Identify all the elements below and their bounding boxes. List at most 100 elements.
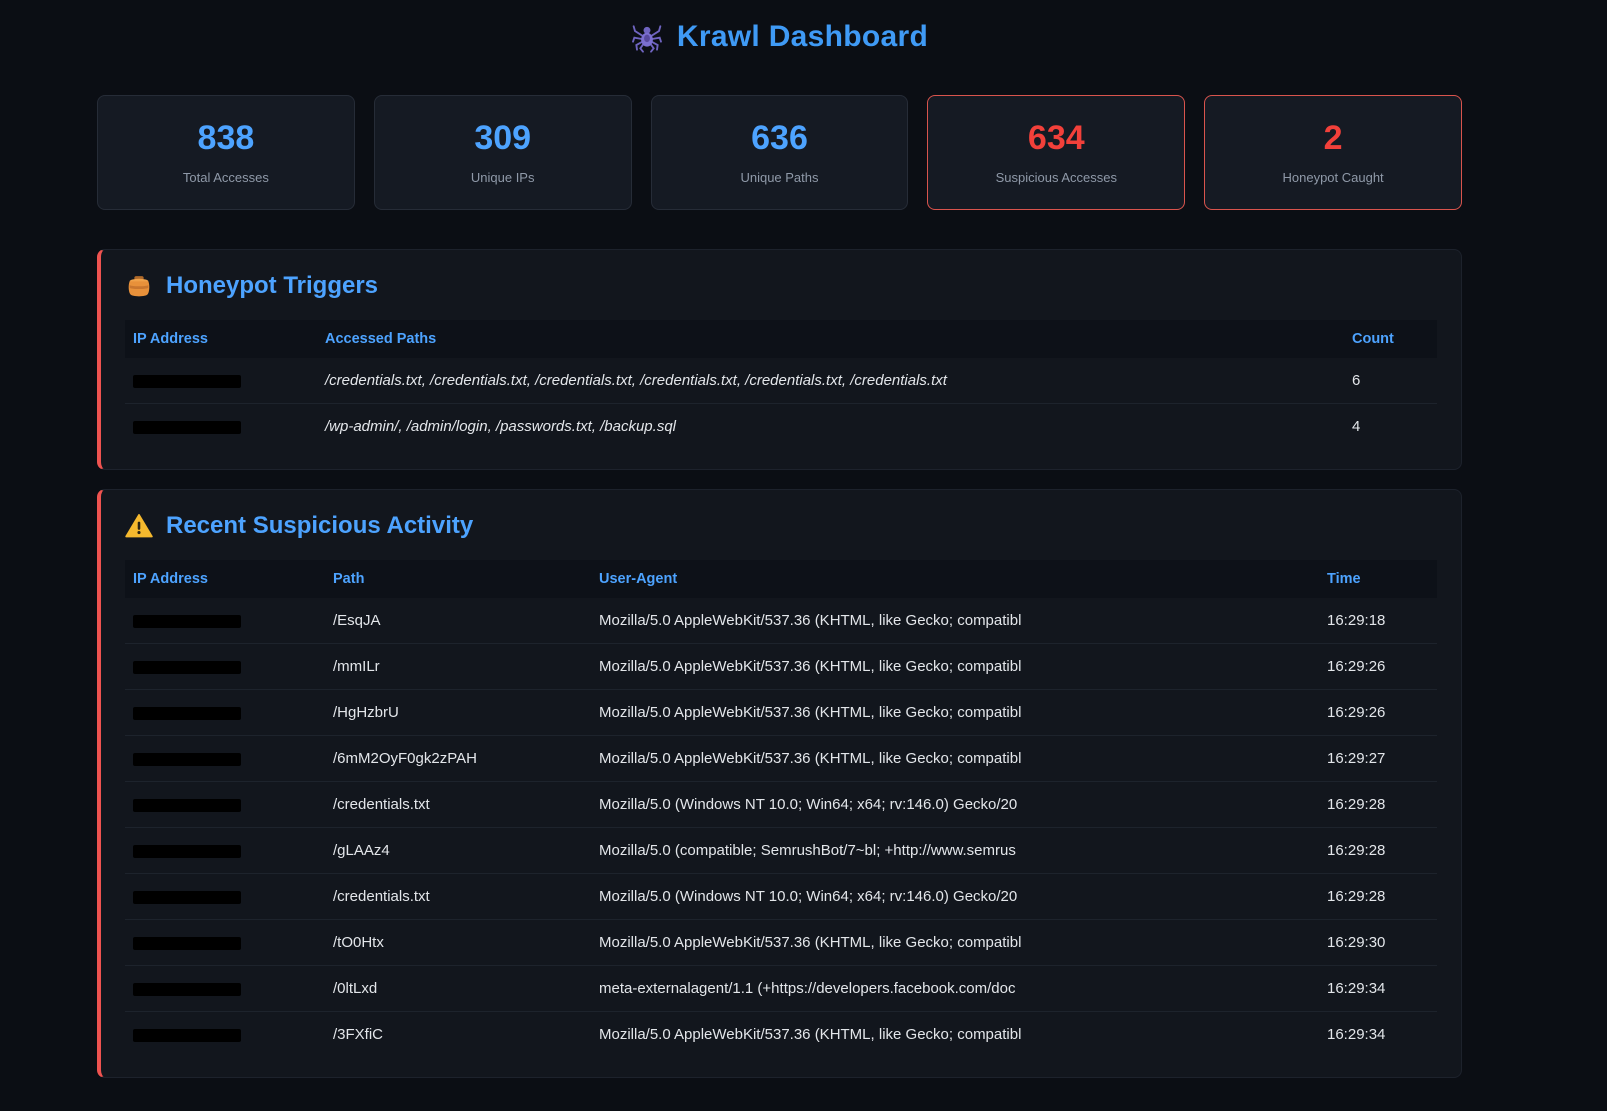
ip-address-cell xyxy=(125,644,325,690)
time-cell: 16:29:28 xyxy=(1319,874,1437,920)
suspicious-section-heading: Recent Suspicious Activity xyxy=(125,512,1437,540)
ip-address-cell xyxy=(125,966,325,1012)
redacted-ip xyxy=(133,615,241,628)
user-agent-cell: Mozilla/5.0 (Windows NT 10.0; Win64; x64… xyxy=(591,782,1319,828)
path-cell: /3FXfiC xyxy=(325,1012,591,1058)
column-header-count: Count xyxy=(1344,320,1437,358)
ip-address-cell xyxy=(125,1012,325,1058)
time-cell: 16:29:34 xyxy=(1319,1012,1437,1058)
user-agent-cell: meta-externalagent/1.1 (+https://develop… xyxy=(591,966,1319,1012)
redacted-ip xyxy=(133,375,241,388)
time-cell: 16:29:18 xyxy=(1319,598,1437,644)
suspicious-table-row: /credentials.txt Mozilla/5.0 (Windows NT… xyxy=(125,782,1437,828)
krawl-dashboard-page: Krawl Dashboard 838 Total Accesses 309 U… xyxy=(97,0,1462,1078)
page-title: Krawl Dashboard xyxy=(677,20,928,54)
suspicious-table-row: /credentials.txt Mozilla/5.0 (Windows NT… xyxy=(125,874,1437,920)
stat-card: 838 Total Accesses xyxy=(97,95,355,210)
ip-address-cell xyxy=(125,358,317,404)
suspicious-table-row: /mmILr Mozilla/5.0 AppleWebKit/537.36 (K… xyxy=(125,644,1437,690)
redacted-ip xyxy=(133,661,241,674)
ip-address-cell xyxy=(125,874,325,920)
honeypot-triggers-section: Honeypot Triggers IP Address Accessed Pa… xyxy=(97,249,1462,470)
ip-address-cell xyxy=(125,404,317,450)
stat-value: 636 xyxy=(660,119,900,158)
honeypot-table-header-row: IP Address Accessed Paths Count xyxy=(125,320,1437,358)
ip-address-cell xyxy=(125,690,325,736)
path-cell: /6mM2OyF0gk2zPAH xyxy=(325,736,591,782)
redacted-ip xyxy=(133,937,241,950)
redacted-ip xyxy=(133,845,241,858)
stat-label: Suspicious Accesses xyxy=(936,170,1176,185)
user-agent-cell: Mozilla/5.0 (Windows NT 10.0; Win64; x64… xyxy=(591,874,1319,920)
column-header-accessed-paths: Accessed Paths xyxy=(317,320,1344,358)
column-header-time: Time xyxy=(1319,560,1437,598)
suspicious-table-row: /3FXfiC Mozilla/5.0 AppleWebKit/537.36 (… xyxy=(125,1012,1437,1058)
column-header-user-agent: User-Agent xyxy=(591,560,1319,598)
column-header-ip-address: IP Address xyxy=(125,320,317,358)
time-cell: 16:29:27 xyxy=(1319,736,1437,782)
stat-label: Total Accesses xyxy=(106,170,346,185)
warning-icon xyxy=(125,512,153,540)
user-agent-cell: Mozilla/5.0 AppleWebKit/537.36 (KHTML, l… xyxy=(591,644,1319,690)
stat-value: 838 xyxy=(106,119,346,158)
time-cell: 16:29:30 xyxy=(1319,920,1437,966)
path-cell: /credentials.txt xyxy=(325,782,591,828)
ip-address-cell xyxy=(125,782,325,828)
redacted-ip xyxy=(133,707,241,720)
redacted-ip xyxy=(133,421,241,434)
count-cell: 4 xyxy=(1344,404,1437,450)
honeypot-icon xyxy=(125,272,153,300)
stat-card: 634 Suspicious Accesses xyxy=(927,95,1185,210)
suspicious-table-row: /EsqJA Mozilla/5.0 AppleWebKit/537.36 (K… xyxy=(125,598,1437,644)
honeypot-table: IP Address Accessed Paths Count /credent… xyxy=(125,320,1437,449)
ip-address-cell xyxy=(125,920,325,966)
user-agent-cell: Mozilla/5.0 AppleWebKit/537.36 (KHTML, l… xyxy=(591,920,1319,966)
suspicious-section-title: Recent Suspicious Activity xyxy=(166,512,473,540)
user-agent-cell: Mozilla/5.0 AppleWebKit/537.36 (KHTML, l… xyxy=(591,690,1319,736)
suspicious-table-row: /gLAAz4 Mozilla/5.0 (compatible; Semrush… xyxy=(125,828,1437,874)
stat-card: 309 Unique IPs xyxy=(374,95,632,210)
time-cell: 16:29:34 xyxy=(1319,966,1437,1012)
path-cell: /EsqJA xyxy=(325,598,591,644)
time-cell: 16:29:28 xyxy=(1319,782,1437,828)
path-cell: /HgHzbrU xyxy=(325,690,591,736)
accessed-paths-cell: /credentials.txt, /credentials.txt, /cre… xyxy=(317,358,1344,404)
redacted-ip xyxy=(133,891,241,904)
stat-label: Unique IPs xyxy=(383,170,623,185)
spider-icon xyxy=(631,21,663,53)
suspicious-table-row: /6mM2OyF0gk2zPAH Mozilla/5.0 AppleWebKit… xyxy=(125,736,1437,782)
stat-label: Honeypot Caught xyxy=(1213,170,1453,185)
honeypot-table-row: /credentials.txt, /credentials.txt, /cre… xyxy=(125,358,1437,404)
suspicious-table: IP Address Path User-Agent Time /EsqJA M… xyxy=(125,560,1437,1057)
path-cell: /credentials.txt xyxy=(325,874,591,920)
path-cell: /mmILr xyxy=(325,644,591,690)
user-agent-cell: Mozilla/5.0 (compatible; SemrushBot/7~bl… xyxy=(591,828,1319,874)
ip-address-cell xyxy=(125,828,325,874)
path-cell: /tO0Htx xyxy=(325,920,591,966)
honeypot-table-row: /wp-admin/, /admin/login, /passwords.txt… xyxy=(125,404,1437,450)
page-header: Krawl Dashboard xyxy=(97,14,1462,60)
ip-address-cell xyxy=(125,598,325,644)
suspicious-table-row: /tO0Htx Mozilla/5.0 AppleWebKit/537.36 (… xyxy=(125,920,1437,966)
accessed-paths-cell: /wp-admin/, /admin/login, /passwords.txt… xyxy=(317,404,1344,450)
time-cell: 16:29:26 xyxy=(1319,690,1437,736)
user-agent-cell: Mozilla/5.0 AppleWebKit/537.36 (KHTML, l… xyxy=(591,1012,1319,1058)
stat-value: 634 xyxy=(936,119,1176,158)
suspicious-table-row: /0ltLxd meta-externalagent/1.1 (+https:/… xyxy=(125,966,1437,1012)
redacted-ip xyxy=(133,1029,241,1042)
column-header-path: Path xyxy=(325,560,591,598)
stat-label: Unique Paths xyxy=(660,170,900,185)
stat-value: 309 xyxy=(383,119,623,158)
redacted-ip xyxy=(133,983,241,996)
ip-address-cell xyxy=(125,736,325,782)
stats-row: 838 Total Accesses 309 Unique IPs 636 Un… xyxy=(97,95,1462,210)
time-cell: 16:29:26 xyxy=(1319,644,1437,690)
path-cell: /0ltLxd xyxy=(325,966,591,1012)
stat-card: 636 Unique Paths xyxy=(651,95,909,210)
user-agent-cell: Mozilla/5.0 AppleWebKit/537.36 (KHTML, l… xyxy=(591,598,1319,644)
time-cell: 16:29:28 xyxy=(1319,828,1437,874)
suspicious-table-header-row: IP Address Path User-Agent Time xyxy=(125,560,1437,598)
stat-card: 2 Honeypot Caught xyxy=(1204,95,1462,210)
redacted-ip xyxy=(133,753,241,766)
honeypot-section-title: Honeypot Triggers xyxy=(166,272,378,300)
